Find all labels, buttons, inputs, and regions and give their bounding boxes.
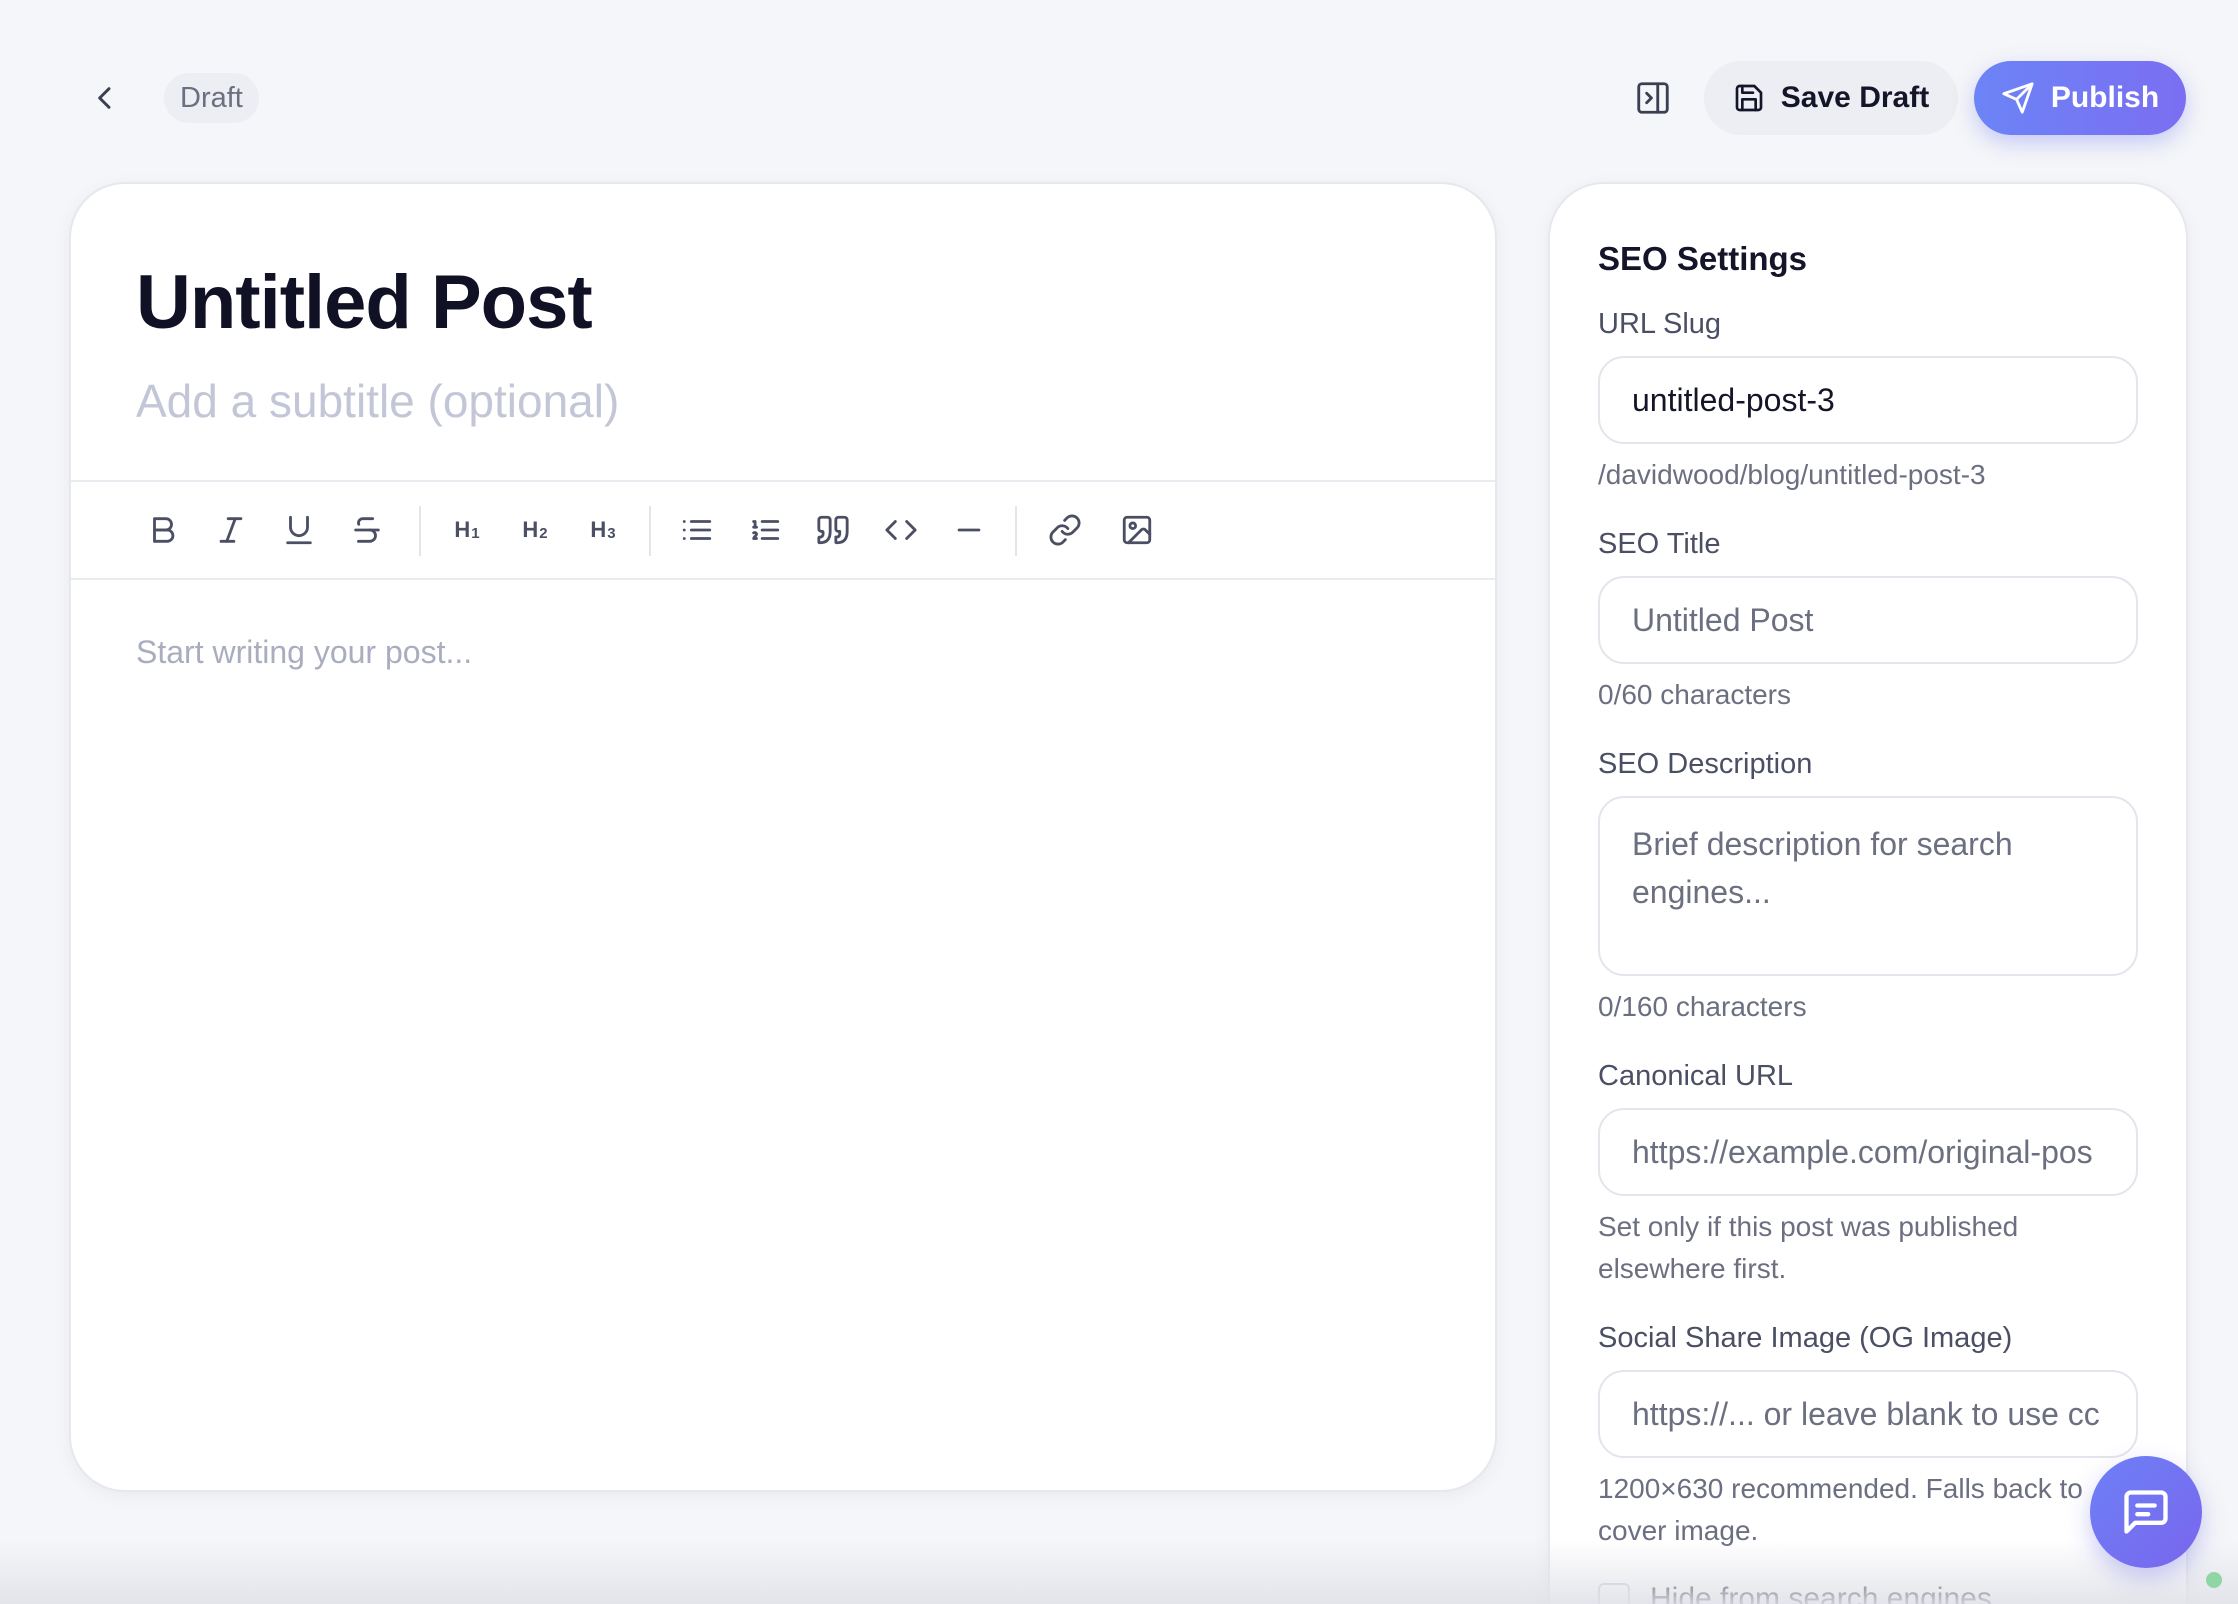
link-icon	[1049, 514, 1081, 546]
editor-card: Untitled Post Add a subtitle (optional) …	[69, 182, 1497, 1492]
seo-title-counter: 0/60 characters	[1598, 679, 1791, 710]
heading-1-level: 1	[471, 524, 480, 542]
seo-settings-panel: SEO Settings URL Slug untitled-post-3 /d…	[1548, 182, 2188, 1604]
floppy-disk-icon	[1735, 84, 1763, 112]
divider	[71, 578, 1495, 580]
heading-3-label: H	[590, 517, 607, 542]
og-image-input[interactable]: https://... or leave blank to use cc	[1598, 1370, 2138, 1458]
send-icon	[2002, 82, 2034, 114]
og-image-label: Social Share Image (OG Image)	[1598, 1322, 2013, 1354]
heading-3-level: 3	[607, 524, 616, 542]
image-icon	[1122, 515, 1152, 545]
bold-icon	[153, 517, 175, 543]
heading-2-label: H	[522, 517, 539, 542]
publish-label: Publish	[2050, 81, 2160, 114]
hide-from-search-checkbox[interactable]	[1598, 1583, 1630, 1604]
panel-right-icon	[1637, 82, 1669, 114]
blockquote-button[interactable]	[809, 506, 857, 554]
seo-description-counter: 0/160 characters	[1598, 991, 1807, 1022]
panel-toggle-button[interactable]	[1630, 73, 1676, 123]
hide-from-search-row[interactable]: Hide from search engines	[1598, 1582, 1992, 1604]
link-button[interactable]	[1041, 506, 1089, 554]
save-draft-label: Save Draft	[1780, 81, 1930, 114]
underline-icon	[286, 515, 312, 545]
heading-2-level: 2	[539, 524, 548, 542]
publish-button[interactable]: Publish	[1974, 61, 2186, 135]
post-body-editor[interactable]: Start writing your post...	[136, 634, 472, 671]
heading-1-label: H	[454, 517, 471, 542]
url-slug-label: URL Slug	[1598, 308, 1722, 340]
toolbar-separator	[1015, 506, 1017, 556]
formatting-toolbar: H1 H2 H3	[71, 482, 1495, 578]
numbered-list-icon	[752, 520, 780, 540]
og-image-hint: 1200×630 recommended. Falls back to cove…	[1598, 1473, 2083, 1546]
canonical-url-label: Canonical URL	[1598, 1060, 1794, 1092]
heading-3-button[interactable]: H3	[579, 506, 627, 554]
toolbar-separator	[649, 506, 651, 556]
seo-description-textarea[interactable]: Brief description for search engines...	[1598, 796, 2138, 976]
canonical-url-hint: Set only if this post was published else…	[1598, 1211, 2019, 1284]
heading-2-button[interactable]: H2	[511, 506, 559, 554]
minus-icon	[957, 528, 981, 532]
bullet-list-icon	[682, 520, 712, 540]
italic-icon	[219, 517, 243, 543]
italic-button[interactable]	[207, 506, 255, 554]
bullet-list-button[interactable]	[673, 506, 721, 554]
canonical-url-input[interactable]: https://example.com/original-pos	[1598, 1108, 2138, 1196]
strikethrough-button[interactable]	[343, 506, 391, 554]
message-square-icon	[2124, 1490, 2168, 1534]
strikethrough-icon	[354, 517, 380, 543]
quote-icon	[817, 515, 849, 545]
subtitle-input[interactable]: Add a subtitle (optional)	[136, 374, 619, 428]
url-slug-preview: /davidwood/blog/untitled-post-3	[1598, 459, 1986, 490]
hide-from-search-label: Hide from search engines	[1650, 1582, 1992, 1604]
online-status-dot	[2206, 1572, 2222, 1588]
image-button[interactable]	[1113, 506, 1161, 554]
code-button[interactable]	[877, 506, 925, 554]
horizontal-rule-button[interactable]	[945, 506, 993, 554]
seo-title-label: SEO Title	[1598, 528, 1721, 560]
save-draft-button[interactable]: Save Draft	[1704, 61, 1958, 135]
bold-button[interactable]	[139, 506, 187, 554]
numbered-list-button[interactable]	[741, 506, 789, 554]
underline-button[interactable]	[275, 506, 323, 554]
toolbar-separator	[419, 506, 421, 556]
back-button[interactable]	[80, 70, 130, 126]
heading-1-button[interactable]: H1	[443, 506, 491, 554]
status-badge: Draft	[164, 73, 259, 123]
url-slug-input[interactable]: untitled-post-3	[1598, 356, 2138, 444]
chat-button[interactable]	[2090, 1456, 2202, 1568]
seo-settings-heading: SEO Settings	[1598, 240, 1808, 277]
code-icon	[885, 520, 917, 540]
seo-description-label: SEO Description	[1598, 748, 1813, 780]
post-title[interactable]: Untitled Post	[136, 259, 593, 346]
seo-title-input[interactable]: Untitled Post	[1598, 576, 2138, 664]
top-bar: Draft Save Draft Publish	[0, 0, 2238, 180]
chevron-left-icon	[98, 87, 111, 109]
